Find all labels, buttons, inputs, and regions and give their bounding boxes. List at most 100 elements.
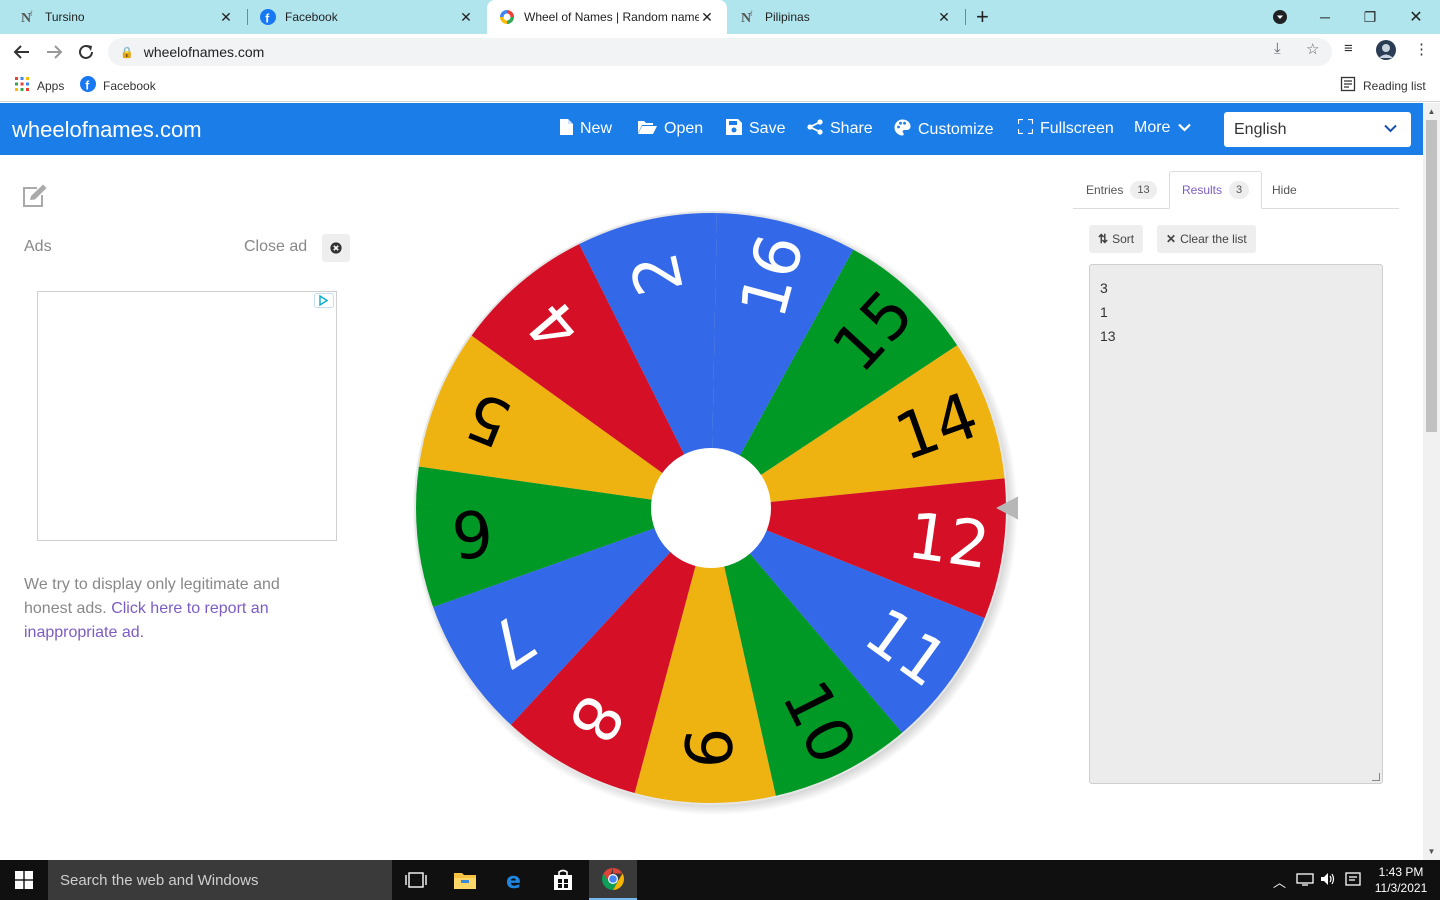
clock-date: 11/3/2021 bbox=[1374, 881, 1428, 895]
edge-button[interactable]: e bbox=[491, 860, 539, 900]
tab-entries[interactable]: Entries 13 bbox=[1086, 171, 1157, 209]
browser-menu-icon[interactable]: ⋮ bbox=[1414, 40, 1429, 58]
tab-separator bbox=[965, 9, 966, 25]
language-select[interactable]: English bbox=[1224, 112, 1411, 147]
media-control-icon[interactable]: ≡ bbox=[1344, 40, 1353, 57]
tab-hide-label: Hide bbox=[1272, 183, 1297, 197]
fullscreen-label: Fullscreen bbox=[1040, 119, 1114, 137]
notion-icon: Nf bbox=[20, 9, 36, 25]
share-button[interactable]: Share bbox=[807, 119, 873, 139]
new-tab-button[interactable]: + bbox=[976, 4, 989, 30]
start-button[interactable] bbox=[0, 860, 48, 900]
bookmark-star-icon[interactable]: ☆ bbox=[1306, 40, 1319, 58]
store-bag-icon bbox=[554, 869, 572, 890]
more-button[interactable]: More bbox=[1134, 119, 1192, 137]
url-text: wheelofnames.com bbox=[143, 44, 265, 60]
resize-grip-icon[interactable] bbox=[1372, 773, 1380, 781]
ads-label: Ads bbox=[24, 238, 52, 255]
close-tab-icon[interactable]: ✕ bbox=[458, 9, 474, 26]
browser-tab-pilipinas[interactable]: Nf Pilipinas ✕ bbox=[728, 0, 964, 34]
reload-button[interactable] bbox=[74, 40, 98, 64]
chrome-button[interactable] bbox=[589, 860, 637, 900]
forward-button[interactable] bbox=[42, 40, 66, 64]
ad-frame[interactable] bbox=[37, 291, 337, 541]
restore-button[interactable]: ❐ bbox=[1348, 0, 1392, 34]
folder-icon bbox=[454, 873, 476, 889]
url-field[interactable]: 🔒 wheelofnames.com bbox=[108, 38, 1332, 66]
close-tab-icon[interactable]: ✕ bbox=[936, 9, 952, 26]
result-item: 13 bbox=[1100, 328, 1116, 344]
store-button[interactable] bbox=[539, 860, 587, 900]
action-center-icon[interactable] bbox=[1345, 872, 1361, 889]
close-icon: ✕ bbox=[1166, 232, 1177, 246]
wheel-center-button[interactable] bbox=[651, 448, 771, 568]
close-tab-icon[interactable]: ✕ bbox=[699, 9, 715, 26]
close-ad-label[interactable]: Close ad bbox=[244, 238, 307, 256]
tab-hide[interactable]: Hide bbox=[1272, 171, 1297, 209]
page-scrollbar[interactable]: ▲ ▼ bbox=[1423, 103, 1440, 860]
address-bar-row: 🔒 wheelofnames.com ⤓ ☆ ≡ ⋮ bbox=[0, 34, 1440, 70]
network-icon[interactable] bbox=[1296, 872, 1314, 889]
adchoices-icon[interactable] bbox=[314, 293, 334, 313]
reading-list-icon bbox=[1340, 76, 1356, 95]
sort-label: Sort bbox=[1112, 232, 1135, 246]
taskbar-search-input[interactable]: Search the web and Windows bbox=[48, 860, 392, 900]
browser-tab-bar: Nf Tursino ✕ f Facebook ✕ Wheel of Names… bbox=[0, 0, 1440, 34]
tab-entries-label: Entries bbox=[1086, 183, 1124, 197]
results-count-badge: 3 bbox=[1229, 181, 1250, 199]
browser-tab-tursino[interactable]: Nf Tursino ✕ bbox=[8, 0, 246, 34]
close-window-button[interactable]: ✕ bbox=[1394, 0, 1438, 34]
bookmark-facebook[interactable]: f Facebook bbox=[80, 76, 156, 95]
result-item: 3 bbox=[1100, 280, 1108, 296]
tab-results[interactable]: Results 3 bbox=[1169, 171, 1263, 209]
close-tab-icon[interactable]: ✕ bbox=[218, 9, 234, 26]
tab-search-button[interactable] bbox=[1258, 0, 1302, 34]
back-button[interactable] bbox=[10, 40, 34, 64]
arrow-left-icon bbox=[13, 45, 29, 59]
show-hidden-icons[interactable]: ︿ bbox=[1273, 872, 1286, 891]
svg-text:f: f bbox=[30, 10, 33, 18]
tab-title: Wheel of Names | Random name picker bbox=[524, 10, 699, 24]
bookmarks-bar: Apps f Facebook Reading list bbox=[0, 70, 1440, 102]
scroll-up-icon[interactable]: ▲ bbox=[1423, 103, 1440, 120]
fullscreen-button[interactable]: Fullscreen bbox=[1016, 117, 1114, 138]
new-button[interactable]: New bbox=[560, 119, 612, 139]
reload-icon bbox=[79, 44, 93, 59]
task-view-button[interactable] bbox=[392, 860, 440, 900]
wheel[interactable]: 1615141211109876542 bbox=[408, 205, 1018, 815]
save-button[interactable]: Save bbox=[726, 119, 785, 139]
minimize-button[interactable]: ─ bbox=[1303, 0, 1347, 34]
reading-list-button[interactable]: Reading list bbox=[1340, 76, 1426, 95]
wheel-segment-label: 12 bbox=[903, 499, 994, 584]
scroll-thumb[interactable] bbox=[1426, 120, 1437, 432]
tab-title: Pilipinas bbox=[765, 10, 810, 24]
edit-icon[interactable] bbox=[22, 184, 48, 213]
file-explorer-button[interactable] bbox=[441, 860, 489, 900]
google-icon bbox=[499, 9, 515, 25]
scroll-down-icon[interactable]: ▼ bbox=[1423, 843, 1440, 860]
share-label: Share bbox=[830, 120, 873, 137]
bookmark-apps[interactable]: Apps bbox=[14, 76, 64, 95]
customize-button[interactable]: Customize bbox=[894, 119, 994, 140]
close-ad-button[interactable] bbox=[322, 234, 350, 262]
volume-icon[interactable] bbox=[1320, 872, 1336, 889]
site-logo[interactable]: wheelofnames.com bbox=[12, 117, 202, 143]
browser-tab-facebook[interactable]: f Facebook ✕ bbox=[248, 0, 486, 34]
profile-avatar[interactable] bbox=[1375, 39, 1397, 65]
sort-icon: ⇅ bbox=[1098, 232, 1109, 246]
chevron-down-icon bbox=[1384, 120, 1397, 136]
tab-results-label: Results bbox=[1182, 183, 1223, 197]
floppy-icon bbox=[726, 119, 742, 139]
arrow-right-icon bbox=[47, 45, 63, 59]
new-label: New bbox=[580, 120, 613, 137]
clear-list-button[interactable]: ✕ Clear the list bbox=[1157, 225, 1256, 253]
notion-icon: Nf bbox=[740, 9, 756, 25]
install-app-icon[interactable]: ⤓ bbox=[1274, 40, 1281, 57]
results-textarea[interactable]: 3 1 13 bbox=[1089, 264, 1383, 784]
sort-button[interactable]: ⇅ Sort bbox=[1089, 225, 1144, 253]
open-button[interactable]: Open bbox=[638, 119, 703, 138]
browser-tab-wheel-of-names[interactable]: Wheel of Names | Random name picker ✕ bbox=[487, 0, 727, 34]
facebook-icon: f bbox=[260, 9, 276, 25]
customize-label: Customize bbox=[918, 120, 994, 138]
taskbar-clock[interactable]: 1:43 PM 11/3/2021 bbox=[1370, 864, 1432, 896]
